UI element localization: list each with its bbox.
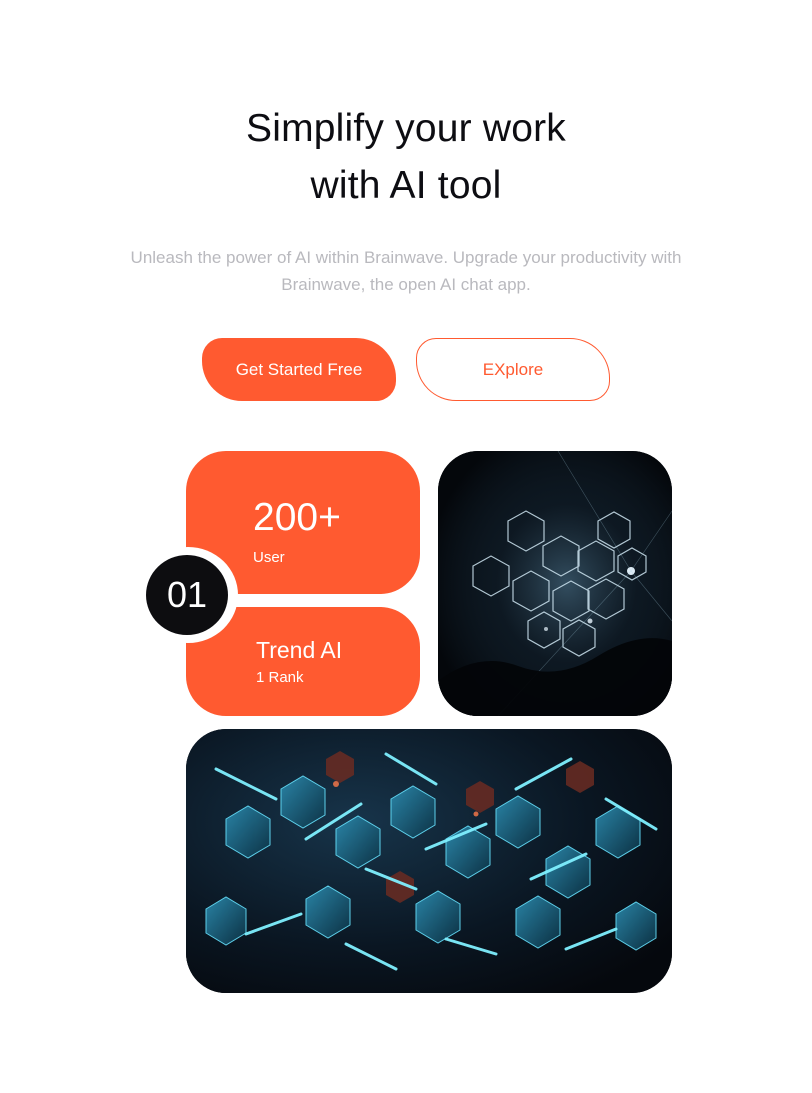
neon-hexagon-illustration [186,729,672,993]
rank-stat-label: 1 Rank [256,669,304,686]
neon-hexagon-image [186,729,672,993]
hero-subtitle-line-1: Unleash the power of AI within Brainwave… [130,248,682,267]
concert-cubes-illustration [438,451,672,716]
users-stat-label: User [253,549,285,566]
hero-title-line-1: Simplify your work [246,107,566,150]
hero-title-line-2: with AI tool [310,164,502,207]
get-started-button[interactable]: Get Started Free [202,338,396,401]
hero-title: Simplify your work with AI tool [0,100,812,214]
concert-cubes-image [438,451,672,716]
hero-subtitle: Unleash the power of AI within Brainwave… [60,244,752,298]
users-stat-value: 200+ [253,496,341,539]
hero-subtitle-line-2: Brainwave, the open AI chat app. [281,275,531,294]
rank-stat-value: Trend AI [256,637,343,663]
landing-page: Simplify your work with AI tool Unleash … [0,0,812,1093]
explore-button[interactable]: EXplore [416,338,610,401]
number-badge: 01 [146,555,228,635]
